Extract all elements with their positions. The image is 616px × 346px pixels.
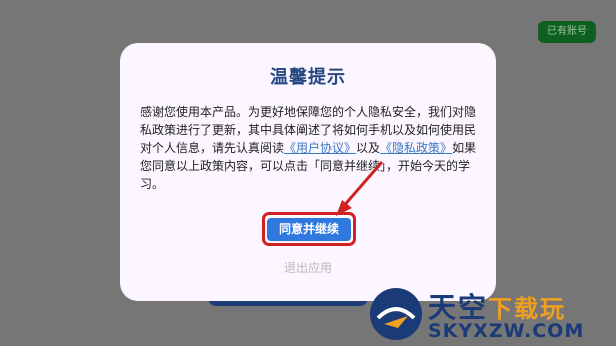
watermark: 天空下载玩 SKYXZW.COM xyxy=(366,282,616,346)
watermark-domain: SKYXZW.COM xyxy=(428,320,585,342)
watermark-logo-icon xyxy=(370,288,422,340)
